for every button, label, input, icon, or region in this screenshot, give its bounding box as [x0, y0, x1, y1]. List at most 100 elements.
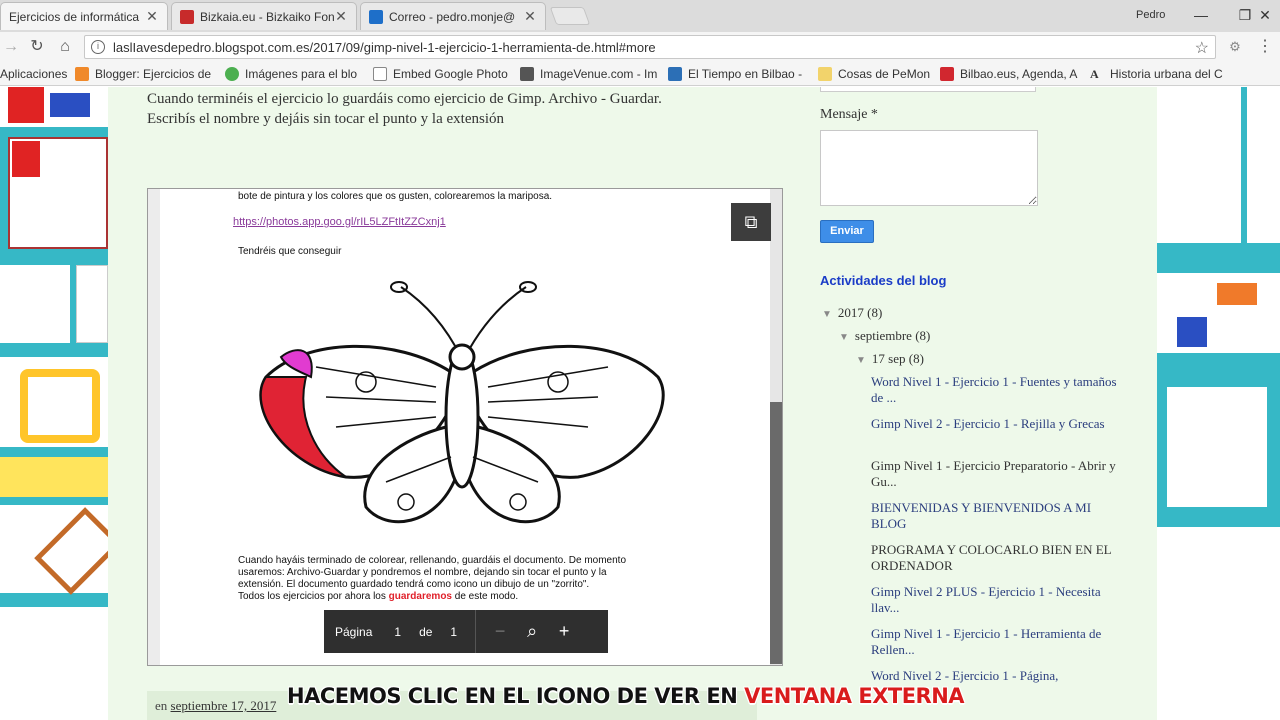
archive-post-link[interactable]: Word Nivel 2 - Ejercicio 1 - Página, [871, 668, 1121, 684]
photos-link[interactable]: https://photos.app.goo.gl/rIL5LZFtItZZCx… [233, 216, 446, 228]
bookmark-label: Blogger: Ejercicios de [95, 67, 212, 81]
video-subtitle: HACEMOS CLIC EN EL ICONO DE VER EN VENTA… [287, 684, 965, 708]
scroll-thumb[interactable] [770, 402, 782, 664]
archive-post-link[interactable]: PROGRAMA Y COLOCARLO BIEN EN EL ORDENADO… [871, 542, 1121, 574]
page-icon [373, 67, 387, 81]
message-label: Mensaje * [820, 107, 878, 122]
post-intro-line: Escribís el nombre y dejáis sin tocar el… [147, 111, 504, 127]
bookmark-tiempo[interactable]: El Tiempo en Bilbao - [668, 66, 802, 82]
archive-month-label: septiembre (8) [854, 328, 931, 343]
info-icon[interactable]: i [91, 40, 105, 54]
butterfly-illustration [259, 281, 665, 524]
close-icon[interactable]: ✕ [523, 8, 537, 25]
page-controls: Página 1 de 1 − ⌕ + [324, 610, 608, 653]
zoom-fit-icon[interactable]: ⌕ [516, 621, 548, 642]
letter-a-icon: A [1090, 67, 1099, 81]
new-tab-button[interactable] [549, 7, 591, 25]
bookmark-embed[interactable]: Embed Google Photo [373, 66, 508, 82]
blogger-icon [75, 67, 89, 81]
doc-line: Todos los ejercicios por ahora los guard… [238, 591, 518, 602]
pager-total: 1 [450, 624, 458, 639]
pager-of: de [419, 624, 433, 639]
tab-label: Correo - pedro.monje@ [389, 9, 516, 24]
pager-current[interactable]: 1 [394, 625, 401, 639]
viewer-gutter [148, 189, 160, 665]
document-viewer[interactable]: bote de pintura y los colores que os gus… [147, 188, 783, 666]
message-field[interactable] [820, 130, 1038, 206]
left-background-pattern [0, 87, 122, 720]
bookmark-label: Aplicaciones [0, 67, 68, 81]
close-icon[interactable]: ✕ [334, 8, 348, 25]
home-icon[interactable]: ⌂ [54, 37, 76, 57]
bookmark-imagenes[interactable]: Imágenes para el blo [225, 66, 357, 82]
archive-year-label: 2017 (8) [837, 305, 883, 320]
tab-ejercicios[interactable]: Ejercicios de informática ✕ [0, 2, 168, 30]
footer-prefix: en [155, 698, 171, 713]
post-intro-line: Cuando terminéis el ejercicio lo guardái… [147, 91, 662, 107]
folder-icon [818, 67, 832, 81]
post-date-link[interactable]: septiembre 17, 2017 [171, 698, 277, 713]
back-arrow-icon[interactable]: → [0, 37, 22, 57]
tab-label: Bizkaia.eu - Bizkaiko Fon [200, 9, 334, 24]
minimize-icon[interactable]: — [1186, 5, 1216, 25]
extension-icon[interactable]: ⚙ [1224, 37, 1246, 57]
bookmark-label: ImageVenue.com - Im [540, 67, 658, 81]
bookmark-bilbao[interactable]: Bilbao.eus, Agenda, A [940, 66, 1077, 82]
tab-strip: Ejercicios de informática ✕ Bizkaia.eu -… [0, 0, 1280, 32]
collapse-triangle-icon[interactable]: ▼ [839, 332, 849, 343]
zoom-in-icon[interactable]: + [548, 621, 580, 642]
url-text: laslIavesdepedro.blogspot.com.es/2017/09… [113, 39, 656, 55]
archive-year[interactable]: ▼ 2017 (8) [822, 305, 882, 321]
doc-line: bote de pintura y los colores que os gus… [238, 191, 553, 202]
tab-label: Ejercicios de informática [9, 9, 140, 24]
zoom-out-icon[interactable]: − [484, 621, 516, 642]
bookmark-imagevenue[interactable]: ImageVenue.com - Im [520, 66, 657, 82]
bookmark-label: Embed Google Photo [393, 67, 508, 81]
archive-post-link[interactable]: Gimp Nivel 2 PLUS - Ejercicio 1 - Necesi… [871, 584, 1121, 616]
subtitle-highlight: VENTANA EXTERNA [744, 684, 965, 708]
viewer-scrollbar[interactable] [770, 189, 782, 665]
archive-post-link[interactable]: Gimp Nivel 1 - Ejercicio Preparatorio - … [871, 458, 1121, 490]
address-bar[interactable]: i laslIavesdepedro.blogspot.com.es/2017/… [84, 35, 1216, 59]
doc-text-span: Todos los ejercicios por ahora los [238, 591, 389, 602]
profile-name[interactable]: Pedro [1136, 9, 1165, 21]
bookmark-blogger[interactable]: Blogger: Ejercicios de [75, 66, 211, 82]
weather-icon [668, 67, 682, 81]
archive-day[interactable]: ▼ 17 sep (8) [856, 351, 924, 367]
bookmark-star-icon[interactable]: ☆ [1195, 38, 1209, 58]
send-button[interactable]: Enviar [820, 220, 874, 243]
archive-post-link[interactable]: BIENVENIDAS Y BIENVENIDOS A MI BLOG [871, 500, 1121, 532]
blog-archive-title: Actividades del blog [820, 273, 947, 288]
bookmark-label: Historia urbana del C [1110, 67, 1223, 81]
bookmark-label: Bilbao.eus, Agenda, A [960, 67, 1078, 81]
subtitle-text: HACEMOS CLIC EN EL ICONO DE VER EN [287, 684, 745, 708]
bookmark-historia[interactable]: A Historia urbana del C [1090, 66, 1223, 82]
archive-post-link[interactable]: Gimp Nivel 1 - Ejercicio 1 - Herramienta… [871, 626, 1121, 658]
doc-line: Tendréis que conseguir [238, 246, 342, 257]
post-intro: Cuando terminéis el ejercicio lo guardái… [147, 89, 747, 129]
open-external-window-button[interactable]: ⧉ [731, 203, 771, 241]
reload-icon[interactable]: ↻ [26, 37, 48, 57]
bookmark-apps[interactable]: Aplicaciones [0, 66, 67, 82]
collapse-triangle-icon[interactable]: ▼ [822, 309, 832, 320]
tab-correo[interactable]: Correo - pedro.monje@ ✕ [360, 2, 546, 30]
bookmark-label: Cosas de PeMon [838, 67, 931, 81]
archive-post-link[interactable]: Gimp Nivel 2 - Ejercicio 1 - Rejilla y G… [871, 416, 1121, 432]
archive-month[interactable]: ▼ septiembre (8) [839, 328, 930, 344]
menu-icon[interactable]: ⋮ [1254, 37, 1276, 57]
previous-field[interactable] [820, 87, 1036, 92]
collapse-triangle-icon[interactable]: ▼ [856, 355, 866, 366]
doc-highlight: guardaremos [388, 591, 452, 602]
archive-post-link[interactable]: Word Nivel 1 - Ejercicio 1 - Fuentes y t… [871, 374, 1121, 406]
bookmark-label: Imágenes para el blo [245, 67, 358, 81]
bookmarks-bar: Aplicaciones Blogger: Ejercicios de Imág… [0, 62, 1280, 86]
bilbao-icon [940, 67, 954, 81]
close-icon[interactable]: ✕ [145, 8, 159, 25]
right-background-pattern [1157, 87, 1280, 720]
tab-bizkaia[interactable]: Bizkaia.eu - Bizkaiko Fon ✕ [171, 2, 357, 30]
window-close-icon[interactable]: ✕ [1250, 5, 1280, 25]
pager-divider [475, 610, 477, 653]
page-content: Cuando terminéis el ejercicio lo guardái… [0, 87, 1280, 720]
archive-day-label: 17 sep (8) [871, 351, 924, 366]
bookmark-cosas[interactable]: Cosas de PeMon [818, 66, 930, 82]
